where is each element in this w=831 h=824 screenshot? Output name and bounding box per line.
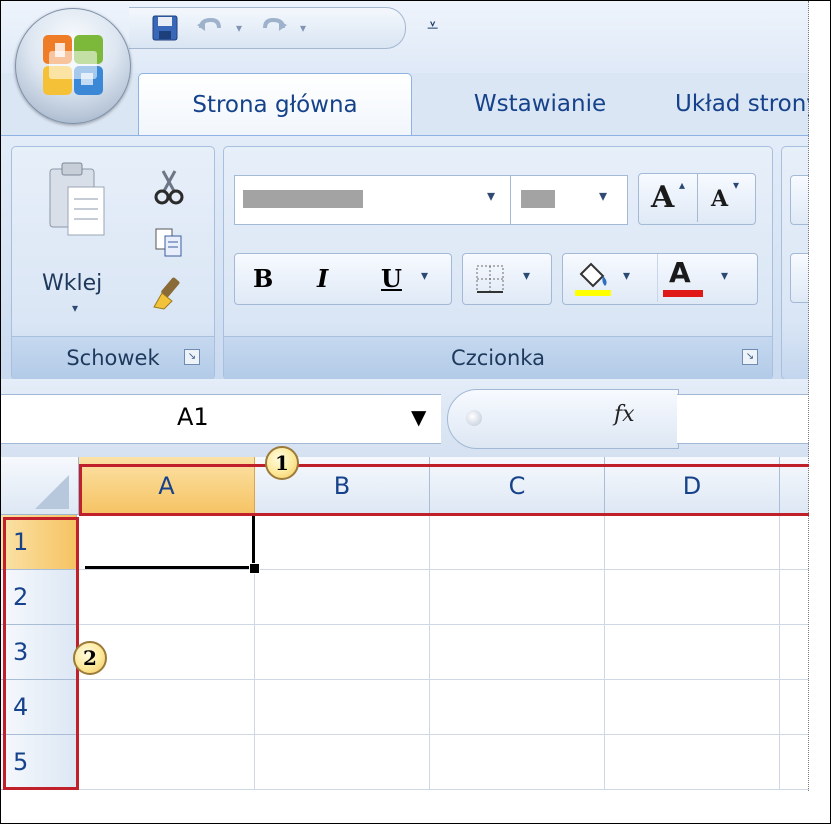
font-color-dropdown-icon[interactable]: ▾: [721, 268, 728, 284]
redo-icon[interactable]: [259, 13, 289, 43]
paste-icon: [49, 162, 105, 236]
font-group-title: Czcionka: [451, 346, 545, 370]
fill-color-dropdown-icon[interactable]: ▾: [623, 268, 630, 284]
ribbon: Wklej ▾ Schowek ↘ ▾ ▾ A ▴ A ▾ B I U ▾ ▾ …: [1, 135, 809, 380]
name-box-value: A1: [177, 403, 209, 431]
alignment-bottom-button[interactable]: [790, 253, 809, 303]
bold-button[interactable]: B: [253, 264, 273, 293]
font-color-button[interactable]: A: [669, 256, 691, 289]
gridline-col-c: [429, 515, 430, 790]
borders-icon: [476, 265, 504, 293]
gridline-row-5: [77, 789, 809, 790]
font-group-label: Czcionka: [224, 336, 772, 379]
shrink-arrow-icon: ▾: [733, 178, 740, 192]
formula-expand-icon[interactable]: [466, 410, 482, 426]
paste-label: Wklej: [42, 271, 103, 296]
font-name-value: [243, 190, 363, 208]
style-buttons: B I U ▾: [234, 253, 452, 305]
gridline-row-1: [77, 569, 809, 570]
columns-callout: 1: [265, 446, 299, 480]
clipboard-launcher-icon[interactable]: ↘: [184, 349, 200, 365]
undo-dropdown-icon[interactable]: ▾: [229, 13, 249, 43]
alignment-top-button[interactable]: [790, 175, 809, 225]
tab-insert[interactable]: Wstawianie: [445, 73, 635, 135]
active-cell-a1[interactable]: [85, 515, 255, 569]
paste-dropdown-icon[interactable]: ▾: [72, 301, 78, 315]
name-box[interactable]: A1 ▼: [1, 394, 441, 444]
grow-font-button[interactable]: A: [651, 180, 674, 215]
italic-button[interactable]: I: [317, 264, 328, 293]
font-size-combo[interactable]: ▾: [510, 175, 628, 225]
borders-dropdown-icon[interactable]: ▾: [523, 268, 530, 284]
clipboard-group: Wklej ▾ Schowek ↘: [11, 146, 215, 380]
font-color-swatch: [663, 290, 703, 297]
paste-button[interactable]: Wklej ▾: [30, 159, 130, 339]
fill-color-icon[interactable]: [573, 260, 613, 296]
clipboard-group-title: Schowek: [66, 346, 160, 370]
alignment-group: [781, 146, 809, 380]
redo-dropdown-icon[interactable]: ▾: [293, 13, 313, 43]
font-size-dropdown-icon[interactable]: ▾: [599, 186, 607, 205]
insert-function-icon[interactable]: fx: [614, 402, 635, 427]
font-name-dropdown-icon[interactable]: ▾: [487, 186, 495, 205]
gridline-col-e: [779, 515, 780, 790]
gridline-row-3: [77, 679, 809, 680]
tab-home[interactable]: Strona główna: [138, 73, 412, 136]
underline-dropdown-icon[interactable]: ▾: [421, 268, 428, 284]
fill-handle[interactable]: [249, 563, 260, 574]
gridline-row-2: [77, 624, 809, 625]
color-buttons: ▾ A ▾: [562, 253, 758, 305]
font-launcher-icon[interactable]: ↘: [742, 349, 758, 365]
font-size-buttons: A ▴ A ▾: [638, 173, 756, 225]
select-all-button[interactable]: [1, 457, 79, 515]
color-separator: [657, 254, 658, 302]
formula-tools: fx: [447, 389, 679, 449]
formula-input[interactable]: [677, 394, 809, 444]
cut-icon[interactable]: [154, 169, 184, 205]
excel-viewport: ▾ ▾ ⩡ Strona główna Wstawianie Układ str…: [1, 1, 809, 823]
rows-highlight: [3, 517, 79, 790]
customize-qat-icon[interactable]: ⩡: [427, 13, 438, 37]
viewport-edge: [808, 1, 809, 791]
font-size-value: [521, 190, 555, 208]
undo-icon[interactable]: [195, 13, 225, 43]
copy-icon[interactable]: [154, 227, 184, 257]
grow-arrow-icon: ▴: [679, 178, 686, 192]
columns-highlight: [79, 464, 809, 516]
name-box-dropdown-icon[interactable]: ▼: [411, 405, 426, 429]
borders-button[interactable]: ▾: [462, 253, 552, 305]
underline-button[interactable]: U: [381, 264, 402, 293]
gridline-row-4: [77, 734, 809, 735]
font-size-separator: [697, 174, 698, 222]
rows-callout: 2: [73, 641, 107, 675]
format-painter-icon[interactable]: [150, 275, 186, 311]
font-group: ▾ ▾ A ▴ A ▾ B I U ▾ ▾ ▾ A ▾ Czcionka ↘: [223, 146, 773, 380]
font-name-combo[interactable]: ▾: [234, 175, 514, 225]
save-icon[interactable]: [149, 13, 181, 43]
shrink-font-button[interactable]: A: [711, 186, 728, 212]
select-all-triangle-icon: [35, 475, 69, 509]
excel-window: ▾ ▾ ⩡ Strona główna Wstawianie Układ str…: [0, 0, 831, 824]
gridline-col-d: [604, 515, 605, 790]
tab-page-layout[interactable]: Układ strony: [675, 73, 809, 135]
office-logo-icon: [43, 35, 103, 95]
quick-access-toolbar: ▾ ▾: [129, 7, 406, 49]
office-button[interactable]: [15, 8, 131, 124]
